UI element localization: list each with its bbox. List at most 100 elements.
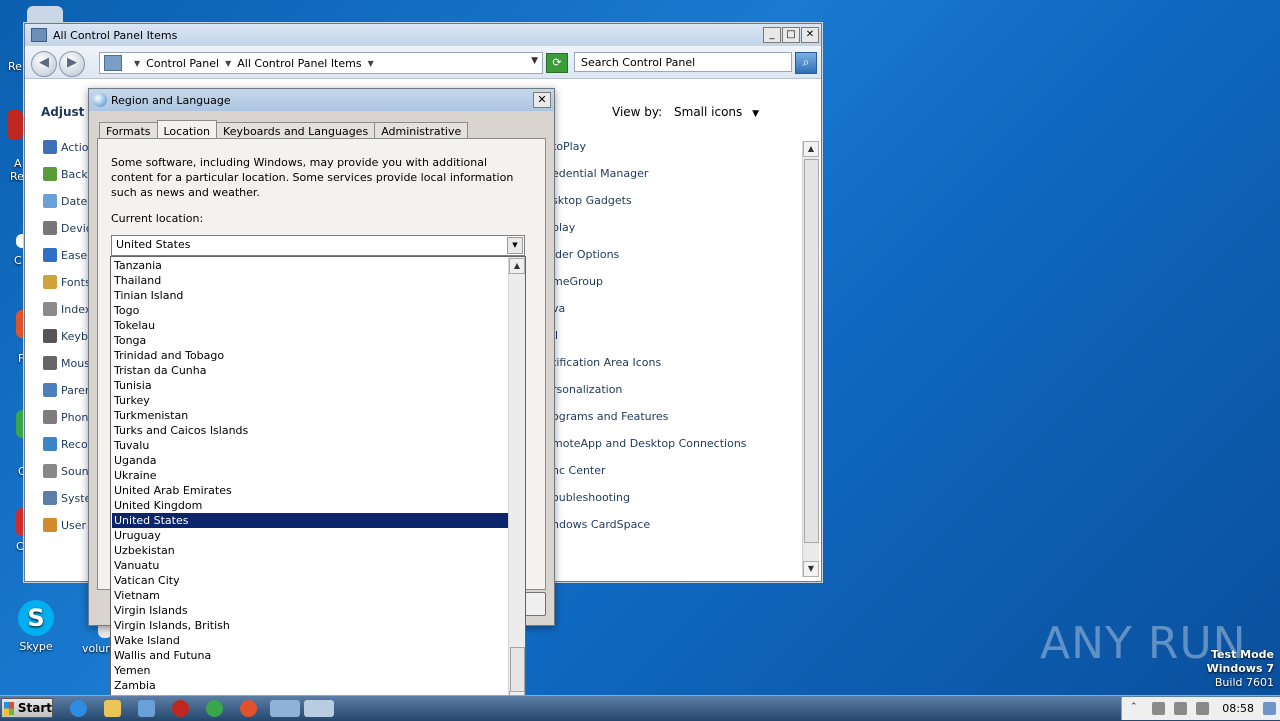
location-option[interactable]: Turkmenistan <box>112 408 508 423</box>
list-scrollbar[interactable]: ▲ ▼ <box>508 257 525 708</box>
content-scrollbar[interactable]: ▲ ▼ <box>802 141 819 577</box>
scrollbar-thumb[interactable] <box>510 647 525 693</box>
control-panel-item[interactable]: rsonalization <box>552 383 622 396</box>
scroll-up-arrow-icon[interactable]: ▲ <box>509 258 525 274</box>
location-option[interactable]: Tinian Island <box>112 288 508 303</box>
control-panel-item[interactable]: lder Options <box>552 248 619 261</box>
location-option[interactable]: Ukraine <box>112 468 508 483</box>
location-option[interactable]: Uzbekistan <box>112 543 508 558</box>
location-option[interactable]: Uganda <box>112 453 508 468</box>
control-panel-item-icon <box>43 275 57 289</box>
view-by-dropdown[interactable]: Small icons <box>674 105 742 119</box>
location-option[interactable]: Tokelau <box>112 318 508 333</box>
control-panel-item[interactable]: play <box>552 221 575 234</box>
action-center-flag-icon[interactable] <box>1152 702 1165 715</box>
control-panel-item[interactable]: tification Area Icons <box>552 356 661 369</box>
control-panel-item[interactable]: User <box>43 518 86 532</box>
control-panel-item[interactable]: Date <box>43 194 87 208</box>
location-option[interactable]: United Arab Emirates <box>112 483 508 498</box>
refresh-button[interactable]: ⟳ <box>546 53 568 73</box>
control-panel-item[interactable]: toPlay <box>552 140 586 153</box>
control-panel-item[interactable]: sktop Gadgets <box>552 194 632 207</box>
dialog-titlebar[interactable]: Region and Language <box>89 89 554 111</box>
control-panel-item[interactable]: Ease <box>43 248 87 262</box>
control-panel-item[interactable]: edential Manager <box>552 167 648 180</box>
control-panel-item[interactable]: ndows CardSpace <box>552 518 650 531</box>
back-button[interactable]: ◀ <box>31 51 57 77</box>
close-button[interactable]: ✕ <box>801 27 819 43</box>
address-bar[interactable]: ▼ Control Panel ▼ All Control Panel Item… <box>99 52 543 74</box>
control-panel-item[interactable]: oubleshooting <box>552 491 630 504</box>
control-panel-item[interactable]: Index <box>43 302 91 316</box>
control-panel-task-icon[interactable] <box>270 700 300 717</box>
chevron-down-icon[interactable]: ▼ <box>507 237 523 254</box>
clock[interactable]: 08:58 <box>1222 702 1254 715</box>
control-panel-item[interactable]: Syste <box>43 491 91 505</box>
location-option[interactable]: Wake Island <box>112 633 508 648</box>
location-option[interactable]: Togo <box>112 303 508 318</box>
control-panel-item[interactable]: nc Center <box>552 464 606 477</box>
explorer-icon[interactable] <box>104 700 121 717</box>
location-option[interactable]: Vatican City <box>112 573 508 588</box>
address-history-dropdown-icon[interactable]: ▼ <box>531 56 538 66</box>
control-panel-item[interactable]: Fonts <box>43 275 91 289</box>
location-option[interactable]: Tunisia <box>112 378 508 393</box>
control-panel-item[interactable]: Keybo <box>43 329 95 343</box>
show-hidden-icons-icon[interactable]: ⌃ <box>1130 702 1143 715</box>
location-option[interactable]: Virgin Islands, British <box>112 618 508 633</box>
location-option[interactable]: Uruguay <box>112 528 508 543</box>
location-option[interactable]: Turks and Caicos Islands <box>112 423 508 438</box>
location-option[interactable]: Thailand <box>112 273 508 288</box>
control-panel-item[interactable]: moteApp and Desktop Connections <box>552 437 747 450</box>
chevron-down-icon[interactable]: ▼ <box>752 109 759 119</box>
location-option[interactable]: Turkey <box>112 393 508 408</box>
location-option[interactable]: United States <box>112 513 508 528</box>
dialog-close-button[interactable]: ✕ <box>533 92 551 108</box>
media-icon[interactable] <box>138 700 155 717</box>
location-option[interactable]: Wallis and Futuna <box>112 648 508 663</box>
location-option[interactable]: Trinidad and Tobago <box>112 348 508 363</box>
location-option[interactable]: Tonga <box>112 333 508 348</box>
location-option[interactable]: Tanzania <box>112 258 508 273</box>
volume-icon[interactable] <box>1196 702 1209 715</box>
network-icon[interactable] <box>1174 702 1187 715</box>
control-panel-item[interactable]: Recov <box>43 437 94 451</box>
current-location-combobox[interactable]: United States ▼ <box>111 235 525 256</box>
control-panel-item[interactable]: ograms and Features <box>552 410 668 423</box>
search-input[interactable]: Search Control Panel <box>574 52 792 72</box>
location-option[interactable]: Tristan da Cunha <box>112 363 508 378</box>
region-dialog-task-icon[interactable] <box>304 700 334 717</box>
scrollbar-thumb[interactable] <box>804 159 819 543</box>
search-icon[interactable]: ⌕ <box>795 52 817 74</box>
desktop-icon-skype[interactable]: S Skype <box>1 600 71 653</box>
control-panel-item-label: Fonts <box>61 275 91 289</box>
location-option[interactable]: Vanuatu <box>112 558 508 573</box>
firefox-icon[interactable] <box>240 700 257 717</box>
ie-icon[interactable] <box>70 700 87 717</box>
location-option[interactable]: United Kingdom <box>112 498 508 513</box>
scroll-down-arrow-icon[interactable]: ▼ <box>803 561 819 577</box>
start-button[interactable]: Start <box>1 698 53 718</box>
chrome-icon[interactable] <box>206 700 223 717</box>
location-option[interactable]: Vietnam <box>112 588 508 603</box>
security-icon[interactable] <box>172 700 189 717</box>
forward-button[interactable]: ▶ <box>59 51 85 77</box>
location-option[interactable]: Tuvalu <box>112 438 508 453</box>
breadcrumb-control-panel[interactable]: Control Panel <box>146 57 219 70</box>
location-dropdown-list[interactable]: Tanzania Thailand Tinian Island Togo Tokelau… <box>110 256 526 709</box>
location-option[interactable]: Zambia <box>112 678 508 693</box>
location-option[interactable]: Virgin Islands <box>112 603 508 618</box>
scroll-up-arrow-icon[interactable]: ▲ <box>803 141 819 157</box>
location-option[interactable]: Yemen <box>112 663 508 678</box>
control-panel-item[interactable]: Devic <box>43 221 92 235</box>
control-panel-item[interactable]: meGroup <box>552 275 603 288</box>
control-panel-item[interactable]: Backu <box>43 167 94 181</box>
maximize-button[interactable]: □ <box>782 27 800 43</box>
breadcrumb-separator-icon[interactable]: ▼ <box>368 59 374 68</box>
show-desktop-icon[interactable] <box>1263 702 1276 715</box>
breadcrumb-all-items[interactable]: All Control Panel Items <box>237 57 361 70</box>
breadcrumb-separator-icon[interactable]: ▼ <box>225 59 231 68</box>
control-panel-item[interactable]: Paren <box>43 383 92 397</box>
minimize-button[interactable]: _ <box>763 27 781 43</box>
control-panel-titlebar[interactable]: All Control Panel Items <box>25 24 821 46</box>
